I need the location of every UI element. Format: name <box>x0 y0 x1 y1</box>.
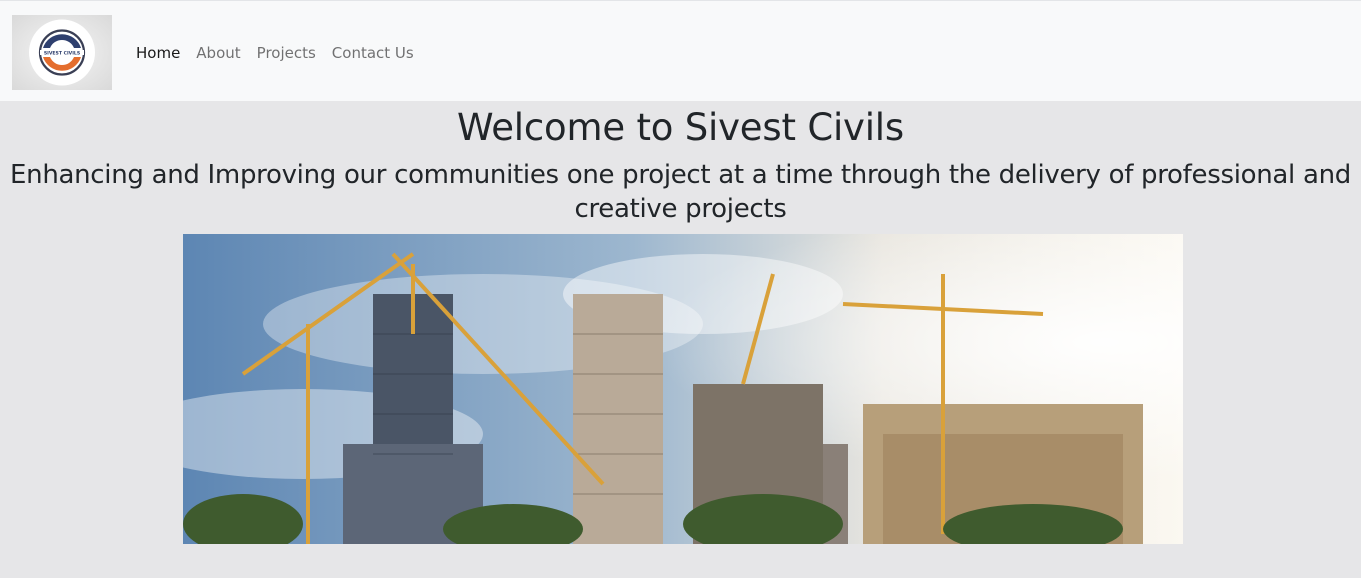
hero-subtitle: Enhancing and Improving our communities … <box>10 160 1351 224</box>
nav-link-about[interactable]: About <box>196 43 240 63</box>
brand-logo[interactable]: SIVEST CIVILS <box>12 15 112 90</box>
nav-link-home[interactable]: Home <box>136 43 180 63</box>
hero-title: Welcome to Sivest Civils <box>457 106 904 149</box>
company-logo-icon: SIVEST CIVILS <box>29 19 95 86</box>
construction-cranes-image <box>183 234 1183 544</box>
nav-links: Home About Projects Contact Us <box>136 43 414 63</box>
svg-text:SIVEST CIVILS: SIVEST CIVILS <box>44 50 80 56</box>
navbar: SIVEST CIVILS Home About Projects Contac… <box>0 0 1361 101</box>
construction-cranes-icon <box>183 234 1183 544</box>
nav-link-projects[interactable]: Projects <box>257 43 316 63</box>
nav-link-contact-us[interactable]: Contact Us <box>332 43 414 63</box>
